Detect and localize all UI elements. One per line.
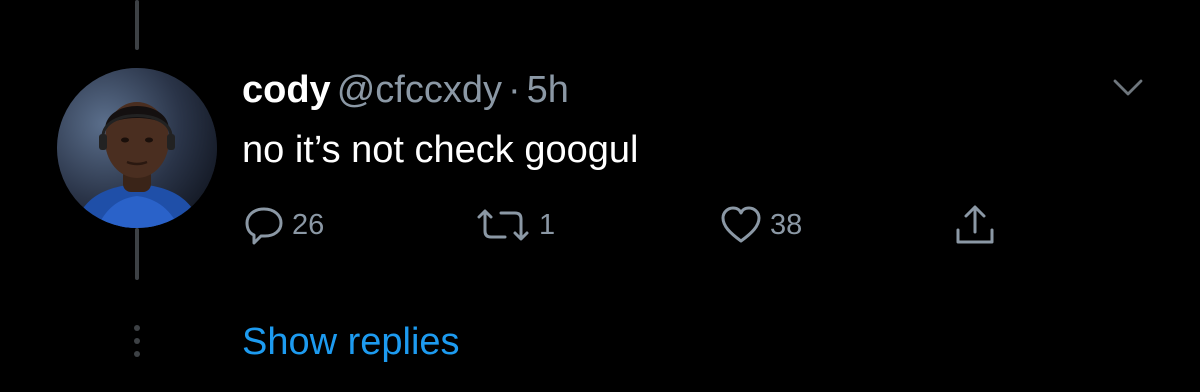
retweet-button[interactable]: 1	[473, 200, 555, 250]
thread-dots	[131, 322, 143, 360]
retweet-icon	[477, 209, 529, 241]
reply-count: 26	[292, 208, 325, 241]
timestamp[interactable]: 5h	[527, 69, 569, 111]
tweet-text: no it’s not check googul	[242, 129, 639, 171]
reply-icon	[245, 207, 283, 245]
reply-button[interactable]: 26	[242, 200, 324, 250]
user-handle[interactable]: @cfccxdy	[337, 69, 502, 111]
avatar-image	[57, 68, 217, 228]
heart-icon	[721, 206, 761, 243]
tweet-menu-button[interactable]	[1110, 72, 1146, 102]
thread-dot	[134, 351, 140, 357]
show-replies-link[interactable]: Show replies	[242, 318, 460, 366]
avatar[interactable]	[57, 68, 217, 228]
thread-line-bottom	[135, 228, 139, 280]
thread-dot	[134, 338, 140, 344]
thread-dot	[134, 325, 140, 331]
like-button[interactable]: 38	[718, 200, 802, 250]
like-count: 38	[770, 208, 803, 241]
chevron-down-icon	[1113, 79, 1143, 96]
share-icon	[956, 205, 994, 244]
separator-dot: ·	[507, 69, 521, 111]
display-name[interactable]: cody	[242, 69, 331, 111]
share-button[interactable]	[950, 200, 1000, 250]
retweet-count: 1	[539, 208, 556, 241]
tweet-header: cody @cfccxdy · 5h	[242, 66, 569, 114]
thread-line-top	[135, 0, 139, 50]
